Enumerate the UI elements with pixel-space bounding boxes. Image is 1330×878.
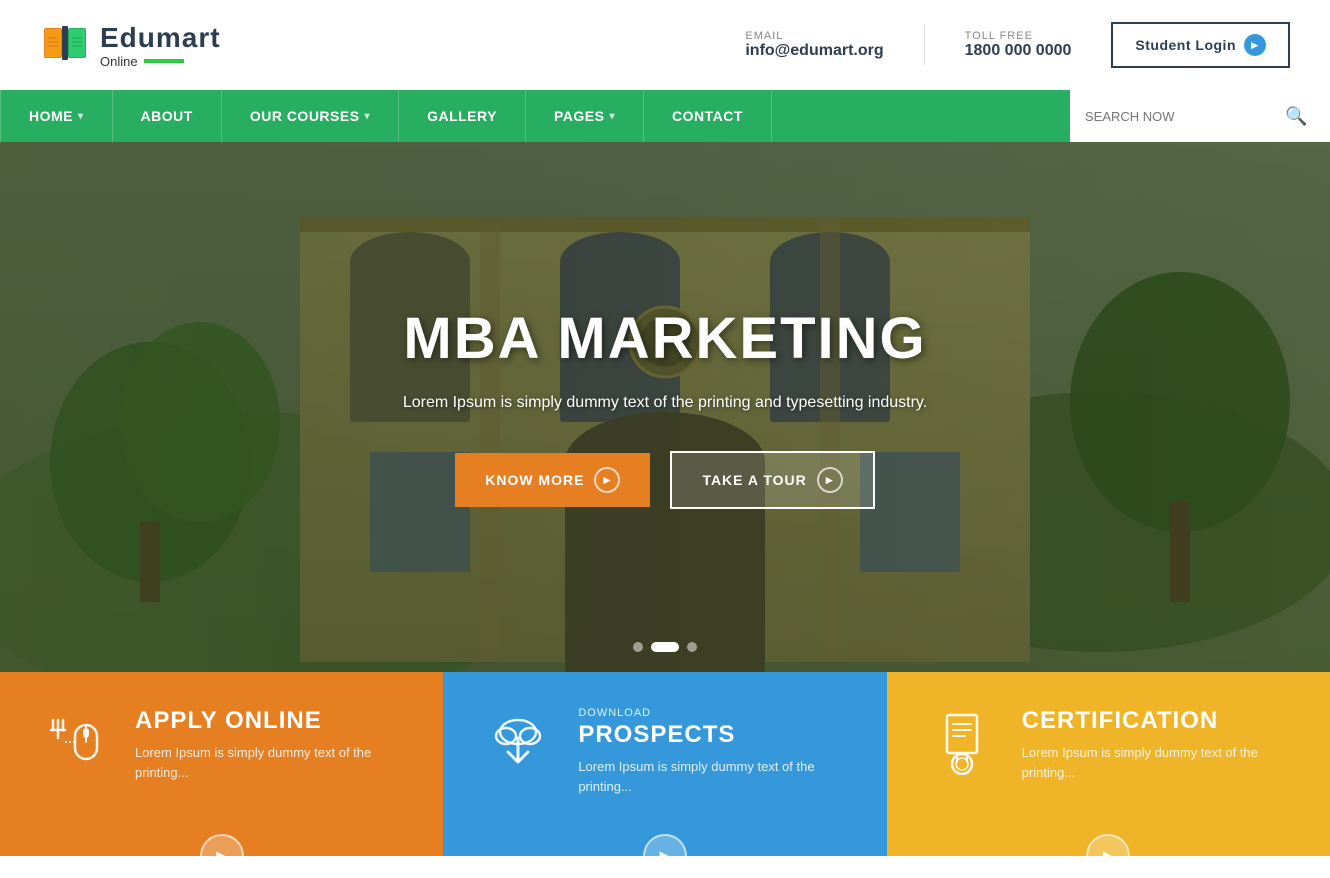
download-label: DOWNLOAD: [578, 707, 856, 719]
nav-home[interactable]: HOME ▾: [0, 90, 113, 142]
contact-divider: [924, 25, 925, 65]
nav-items: HOME ▾ ABOUT OUR COURSES ▾ GALLERY PAGES…: [0, 90, 1070, 142]
search-input[interactable]: [1085, 109, 1285, 124]
chevron-down-icon: ▾: [365, 111, 371, 122]
email-label: EMAIL: [745, 30, 883, 42]
apply-online-btn[interactable]: ►: [200, 834, 244, 878]
site-header: Edumart Online EMAIL info@edumart.org TO…: [0, 0, 1330, 90]
slider-dots: [633, 642, 697, 652]
email-value: info@edumart.org: [745, 42, 883, 60]
nav-pages[interactable]: PAGES ▾: [526, 90, 644, 142]
main-nav: HOME ▾ ABOUT OUR COURSES ▾ GALLERY PAGES…: [0, 90, 1330, 142]
phone-contact: TOLL FREE 1800 000 0000: [965, 30, 1072, 60]
take-tour-button[interactable]: TAKE A TOUR ►: [670, 451, 874, 509]
logo[interactable]: Edumart Online: [40, 20, 221, 70]
download-card: DOWNLOAD PROSPECTS Lorem Ipsum is simply…: [443, 672, 886, 856]
cloud-download-icon: [486, 710, 551, 775]
certificate-icon: [929, 710, 994, 775]
apply-online-body: APPLY ONLINE Lorem Ipsum is simply dummy…: [135, 707, 413, 782]
certification-title: CERTIFICATION: [1022, 707, 1300, 735]
download-title: PROSPECTS: [578, 721, 856, 749]
certification-icon: [927, 707, 997, 777]
certification-inner: CERTIFICATION Lorem Ipsum is simply dumm…: [887, 672, 1330, 856]
nav-our-courses[interactable]: OUR COURSES ▾: [222, 90, 399, 142]
download-desc: Lorem Ipsum is simply dummy text of the …: [578, 757, 856, 796]
logo-subtitle: Online: [100, 54, 221, 69]
phone-label: TOLL FREE: [965, 30, 1072, 42]
search-icon[interactable]: 🔍: [1285, 106, 1307, 127]
login-label: Student Login: [1135, 37, 1236, 53]
chevron-down-icon: ▾: [78, 111, 84, 122]
download-body: DOWNLOAD PROSPECTS Lorem Ipsum is simply…: [578, 707, 856, 796]
certification-desc: Lorem Ipsum is simply dummy text of the …: [1022, 743, 1300, 782]
apply-online-icon: [40, 707, 110, 777]
certification-card: CERTIFICATION Lorem Ipsum is simply dumm…: [887, 672, 1330, 856]
hero-buttons: KNOW MORE ► TAKE A TOUR ►: [403, 451, 927, 509]
download-btn[interactable]: ►: [643, 834, 687, 878]
know-more-arrow-icon: ►: [594, 467, 620, 493]
certification-btn[interactable]: ►: [1086, 834, 1130, 878]
login-arrow-icon: ►: [1244, 34, 1266, 56]
apply-online-inner: APPLY ONLINE Lorem Ipsum is simply dummy…: [0, 672, 443, 856]
student-login-button[interactable]: Student Login ►: [1111, 22, 1290, 68]
logo-title: Edumart: [100, 22, 221, 54]
header-contact-area: EMAIL info@edumart.org TOLL FREE 1800 00…: [745, 22, 1290, 68]
apply-online-title: APPLY ONLINE: [135, 707, 413, 735]
slider-dot-2[interactable]: [651, 642, 679, 652]
know-more-button[interactable]: KNOW MORE ►: [455, 453, 650, 507]
hero-content: MBA MARKETING Lorem Ipsum is simply dumm…: [403, 305, 927, 509]
logo-icon: [40, 20, 90, 70]
mouse-icon: [43, 710, 108, 775]
download-inner: DOWNLOAD PROSPECTS Lorem Ipsum is simply…: [443, 672, 886, 856]
chevron-down-icon: ▾: [609, 111, 615, 122]
slider-dot-3[interactable]: [687, 642, 697, 652]
apply-online-desc: Lorem Ipsum is simply dummy text of the …: [135, 743, 413, 782]
email-contact: EMAIL info@edumart.org: [745, 30, 883, 60]
hero-section: MBA MARKETING Lorem Ipsum is simply dumm…: [0, 142, 1330, 672]
phone-value: 1800 000 0000: [965, 42, 1072, 60]
hero-subtitle: Lorem Ipsum is simply dummy text of the …: [403, 390, 927, 416]
search-area[interactable]: 🔍: [1070, 90, 1330, 142]
certification-body: CERTIFICATION Lorem Ipsum is simply dumm…: [1022, 707, 1300, 782]
cards-section: APPLY ONLINE Lorem Ipsum is simply dummy…: [0, 672, 1330, 856]
nav-gallery[interactable]: GALLERY: [399, 90, 526, 142]
apply-online-card: APPLY ONLINE Lorem Ipsum is simply dummy…: [0, 672, 443, 856]
slider-dot-1[interactable]: [633, 642, 643, 652]
nav-about[interactable]: ABOUT: [113, 90, 222, 142]
take-tour-arrow-icon: ►: [817, 467, 843, 493]
download-icon: [483, 707, 553, 777]
nav-contact[interactable]: CONTACT: [644, 90, 772, 142]
hero-title: MBA MARKETING: [403, 305, 927, 372]
